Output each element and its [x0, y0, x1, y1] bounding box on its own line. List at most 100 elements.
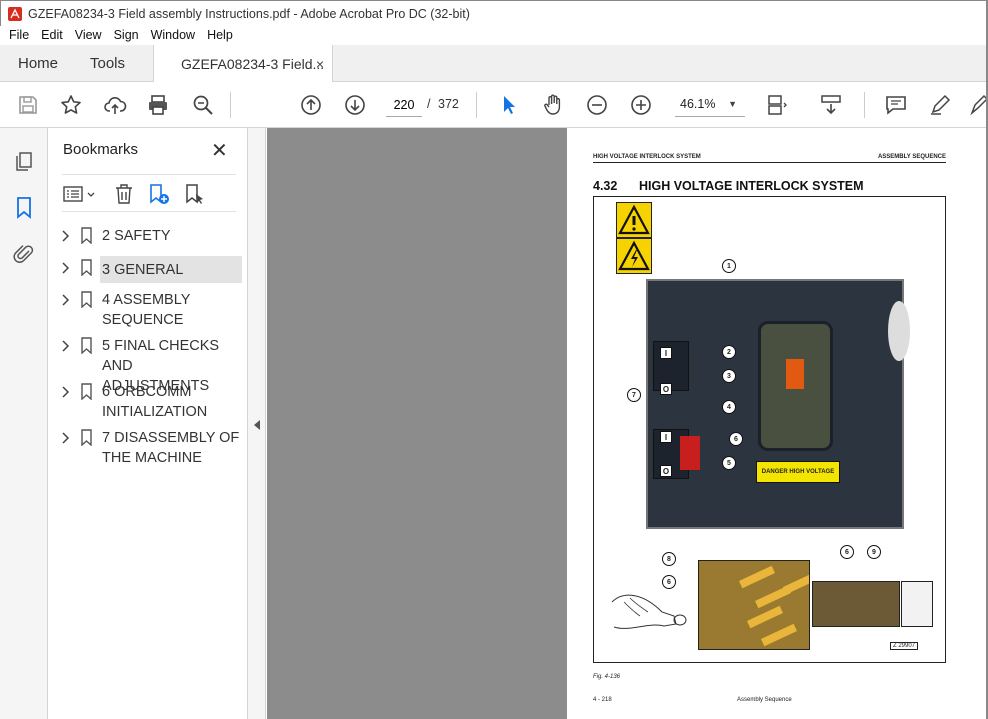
new-bookmark-icon[interactable]: [146, 182, 170, 206]
bookmark-icon: [81, 337, 92, 354]
chevron-right-icon[interactable]: [60, 431, 70, 445]
cloud-upload-icon[interactable]: [103, 93, 127, 117]
stripe: [760, 623, 798, 647]
tab-close-icon[interactable]: ×: [316, 56, 324, 72]
toolbar-divider: [476, 92, 477, 118]
mechanical-detail-photo: [698, 560, 810, 650]
left-nav-rail: [0, 128, 48, 719]
close-icon[interactable]: ✕: [211, 138, 228, 163]
io-label: I: [660, 431, 672, 443]
bookmark-item-final-checks[interactable]: 5 FINAL CHECKS AND ADJUSTMENTS: [48, 334, 248, 394]
print-icon[interactable]: [146, 93, 170, 117]
cabinet-window: [758, 321, 833, 451]
stripe: [782, 571, 809, 595]
menu-edit[interactable]: Edit: [35, 28, 69, 42]
pen-icon[interactable]: [928, 93, 952, 117]
arrow-down-circle-icon[interactable]: [343, 93, 367, 117]
io-label: I: [660, 347, 672, 359]
bookmark-label: 6 ORBCOMM INITIALIZATION: [102, 384, 208, 420]
io-label: O: [660, 383, 672, 395]
attachment-icon[interactable]: [12, 242, 36, 266]
tab-tools[interactable]: Tools: [90, 45, 125, 82]
callout-marker: 1: [722, 259, 736, 273]
bookmark-icon: [81, 429, 92, 446]
bookmark-icon: [81, 291, 92, 308]
callout-marker: 4: [722, 400, 736, 414]
panel-collapse-handle[interactable]: [248, 128, 266, 719]
bookmark-panel-icon[interactable]: [12, 195, 36, 219]
menu-help[interactable]: Help: [201, 28, 239, 42]
page-separator: /: [427, 97, 431, 111]
callout-marker: 9: [867, 545, 881, 559]
stripe: [738, 565, 776, 589]
warning-triangle-icon: [616, 202, 652, 238]
chevron-right-icon[interactable]: [60, 293, 70, 307]
menu-window[interactable]: Window: [145, 28, 201, 42]
bookmark-label: 4 ASSEMBLY SEQUENCE: [102, 292, 191, 328]
zoom-level-value: 46.1%: [680, 97, 716, 111]
find-bookmark-icon[interactable]: [182, 182, 206, 206]
section-title: HIGH VOLTAGE INTERLOCK SYSTEM: [639, 179, 864, 193]
orange-component: [786, 359, 804, 389]
tab-home[interactable]: Home: [18, 45, 58, 82]
bookmarks-toolbar: [62, 174, 236, 212]
menu-sign[interactable]: Sign: [108, 28, 145, 42]
scroll-mode-icon[interactable]: [819, 93, 843, 117]
menu-view[interactable]: View: [69, 28, 108, 42]
bookmarks-title: Bookmarks: [63, 141, 139, 158]
toolbar-divider: [864, 92, 865, 118]
page-number-input[interactable]: [386, 93, 422, 117]
bookmarks-panel: Bookmarks ✕ 2 SAFETY 3 GENERAL 4 ASSEMBL…: [48, 128, 248, 719]
zoom-out-icon[interactable]: [585, 93, 609, 117]
bookmark-item-general[interactable]: 3 GENERAL: [48, 256, 248, 284]
chevron-right-icon[interactable]: [60, 339, 70, 353]
figure-frame: DANGER HIGH VOLTAGE I O I O 1 2 3 7 4 6 …: [593, 196, 946, 663]
page-fit-icon[interactable]: [765, 93, 789, 117]
bookmark-icon: [81, 383, 92, 400]
search-zoom-icon[interactable]: [191, 93, 215, 117]
chevron-left-icon[interactable]: [254, 420, 260, 430]
electric-hazard-icon: [616, 238, 652, 274]
menu-bar: File Edit View Sign Window Help: [0, 25, 988, 45]
chevron-down-icon: ▼: [728, 99, 737, 109]
figure-caption: Fig. 4-136: [593, 674, 621, 680]
bookmark-item-safety[interactable]: 2 SAFETY: [48, 224, 248, 252]
tab-document-label: GZEFA08234-3 Field...: [181, 56, 325, 72]
tab-document[interactable]: GZEFA08234-3 Field... ×: [153, 45, 333, 83]
save-icon[interactable]: [16, 93, 40, 117]
select-pointer-icon[interactable]: [497, 93, 521, 117]
callout-marker: 6: [840, 545, 854, 559]
cabinet-side-part: [888, 301, 910, 361]
arrow-up-circle-icon[interactable]: [299, 93, 323, 117]
draw-icon[interactable]: [966, 93, 986, 117]
comment-icon[interactable]: [884, 93, 908, 117]
zoom-in-icon[interactable]: [629, 93, 653, 117]
detail-inset-photo: [812, 581, 900, 627]
zoom-level-dropdown[interactable]: 46.1% ▼: [675, 93, 745, 117]
delete-icon[interactable]: [112, 182, 136, 206]
bookmark-label: 3 GENERAL: [102, 262, 184, 278]
star-icon[interactable]: [59, 93, 83, 117]
bookmark-label: 7 DISASSEMBLY OF THE MACHINE: [102, 430, 240, 466]
page-footer-title: Assembly Sequence: [737, 697, 792, 703]
bookmark-item-disassembly[interactable]: 7 DISASSEMBLY OF THE MACHINE: [48, 426, 248, 470]
page-header-right: ASSEMBLY SEQUENCE: [877, 154, 946, 160]
bookmark-item-assembly-sequence[interactable]: 4 ASSEMBLY SEQUENCE: [48, 288, 248, 332]
bookmark-item-orbcomm[interactable]: 6 ORBCOMM INITIALIZATION: [48, 380, 248, 424]
document-viewport[interactable]: HIGH VOLTAGE INTERLOCK SYSTEM ASSEMBLY S…: [267, 128, 986, 719]
callout-marker: 3: [722, 369, 736, 383]
chevron-right-icon[interactable]: [60, 261, 70, 275]
menu-file[interactable]: File: [3, 28, 35, 42]
hand-icon[interactable]: [541, 93, 565, 117]
chevron-right-icon[interactable]: [60, 229, 70, 243]
options-menu-icon[interactable]: [62, 182, 98, 206]
section-number: 4.32: [593, 179, 618, 193]
callout-marker: 8: [662, 552, 676, 566]
danger-high-voltage-label: DANGER HIGH VOLTAGE: [756, 461, 840, 483]
chevron-right-icon[interactable]: [60, 385, 70, 399]
main-toolbar: / 372 46.1% ▼: [0, 82, 988, 128]
page-thumbnails-icon[interactable]: [12, 149, 36, 173]
page-header-left: HIGH VOLTAGE INTERLOCK SYSTEM: [593, 154, 701, 160]
header-rule: [593, 162, 946, 163]
toolbar-divider: [230, 92, 231, 118]
